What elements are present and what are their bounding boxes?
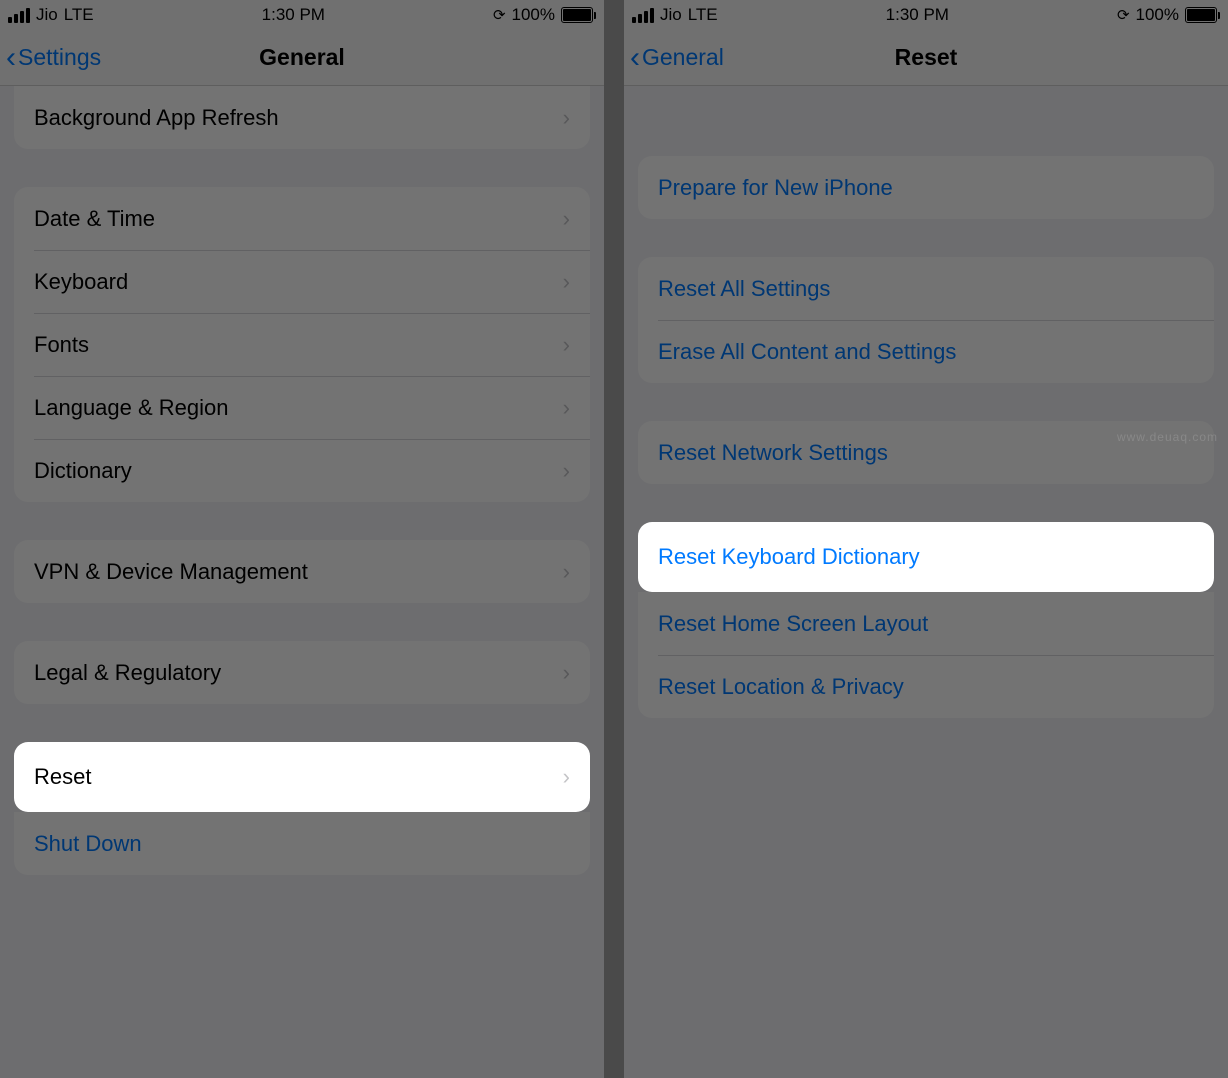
back-label: General — [642, 44, 724, 71]
row-erase-all[interactable]: Erase All Content and Settings — [638, 320, 1214, 383]
chevron-right-icon: › — [563, 458, 570, 484]
battery-icon — [1185, 7, 1220, 23]
row-reset-home-layout[interactable]: Reset Home Screen Layout — [638, 592, 1214, 655]
group-device: Date & Time › Keyboard › Fonts › Languag… — [14, 187, 590, 502]
row-vpn[interactable]: VPN & Device Management › — [14, 540, 590, 603]
row-label: Background App Refresh — [34, 105, 279, 131]
row-fonts[interactable]: Fonts › — [14, 313, 590, 376]
row-shutdown[interactable]: Shut Down — [14, 812, 590, 875]
nav-bar: ‹ General Reset — [624, 30, 1228, 86]
status-bar: Jio LTE 1:30 PM ⟳ 100% — [0, 0, 604, 30]
chevron-right-icon: › — [563, 395, 570, 421]
phone-left: Jio LTE 1:30 PM ⟳ 100% ‹ Settings Genera… — [0, 0, 604, 1078]
settings-content: Background App Refresh › Date & Time › K… — [0, 86, 604, 1078]
row-keyboard[interactable]: Keyboard › — [14, 250, 590, 313]
row-label: Reset Home Screen Layout — [658, 611, 928, 637]
chevron-right-icon: › — [563, 105, 570, 131]
reset-content: Prepare for New iPhone Reset All Setting… — [624, 86, 1228, 1078]
status-bar: Jio LTE 1:30 PM ⟳ 100% — [624, 0, 1228, 30]
row-label: Reset All Settings — [658, 276, 830, 302]
carrier-label: Jio — [660, 5, 682, 25]
row-label: VPN & Device Management — [34, 559, 308, 585]
group-prepare: Prepare for New iPhone — [638, 156, 1214, 219]
row-label: Reset Keyboard Dictionary — [658, 544, 920, 570]
row-prepare-new-iphone[interactable]: Prepare for New iPhone — [638, 156, 1214, 219]
chevron-right-icon: › — [563, 269, 570, 295]
row-label: Reset — [34, 764, 91, 790]
row-reset[interactable]: Reset › — [14, 742, 590, 812]
back-label: Settings — [18, 44, 101, 71]
orientation-lock-icon: ⟳ — [493, 6, 506, 24]
row-label: Legal & Regulatory — [34, 660, 221, 686]
row-label: Shut Down — [34, 831, 142, 857]
signal-icon — [8, 8, 30, 23]
clock: 1:30 PM — [262, 5, 325, 25]
row-label: Erase All Content and Settings — [658, 339, 956, 365]
group-legal: Legal & Regulatory › — [14, 641, 590, 704]
network-label: LTE — [64, 5, 94, 25]
group-vpn: VPN & Device Management › — [14, 540, 590, 603]
watermark: www.deuaq.com — [1117, 430, 1218, 444]
group-refresh: Background App Refresh › — [14, 86, 590, 149]
chevron-right-icon: › — [563, 206, 570, 232]
row-label: Prepare for New iPhone — [658, 175, 893, 201]
row-label: Language & Region — [34, 395, 229, 421]
row-label: Reset Location & Privacy — [658, 674, 904, 700]
chevron-left-icon: ‹ — [630, 43, 640, 73]
row-reset-all-settings[interactable]: Reset All Settings — [638, 257, 1214, 320]
row-label: Fonts — [34, 332, 89, 358]
nav-bar: ‹ Settings General — [0, 30, 604, 86]
orientation-lock-icon: ⟳ — [1117, 6, 1130, 24]
row-reset-keyboard-dictionary[interactable]: Reset Keyboard Dictionary — [638, 522, 1214, 592]
row-date-time[interactable]: Date & Time › — [14, 187, 590, 250]
row-label: Dictionary — [34, 458, 132, 484]
carrier-label: Jio — [36, 5, 58, 25]
group-kb-dict-highlight: Reset Keyboard Dictionary — [638, 522, 1214, 592]
row-label: Keyboard — [34, 269, 128, 295]
row-dictionary[interactable]: Dictionary › — [14, 439, 590, 502]
chevron-right-icon: › — [563, 660, 570, 686]
row-language-region[interactable]: Language & Region › — [14, 376, 590, 439]
battery-pct: 100% — [512, 5, 555, 25]
battery-icon — [561, 7, 596, 23]
chevron-right-icon: › — [563, 559, 570, 585]
chevron-right-icon: › — [563, 764, 570, 790]
network-label: LTE — [688, 5, 718, 25]
row-bg-refresh[interactable]: Background App Refresh › — [14, 86, 590, 149]
battery-pct: 100% — [1136, 5, 1179, 25]
clock: 1:30 PM — [886, 5, 949, 25]
row-legal[interactable]: Legal & Regulatory › — [14, 641, 590, 704]
back-button[interactable]: ‹ Settings — [0, 43, 101, 73]
row-label: Date & Time — [34, 206, 155, 232]
row-reset-location-privacy[interactable]: Reset Location & Privacy — [638, 655, 1214, 718]
chevron-left-icon: ‹ — [6, 43, 16, 73]
back-button[interactable]: ‹ General — [624, 43, 724, 73]
group-shutdown: Shut Down — [14, 812, 590, 875]
row-label: Reset Network Settings — [658, 440, 888, 466]
group-other-resets: Reset Home Screen Layout Reset Location … — [638, 592, 1214, 718]
signal-icon — [632, 8, 654, 23]
group-reset-highlight: Reset › — [14, 742, 590, 812]
chevron-right-icon: › — [563, 332, 570, 358]
phone-right: Jio LTE 1:30 PM ⟳ 100% ‹ General Reset P… — [624, 0, 1228, 1078]
group-reset-all: Reset All Settings Erase All Content and… — [638, 257, 1214, 383]
